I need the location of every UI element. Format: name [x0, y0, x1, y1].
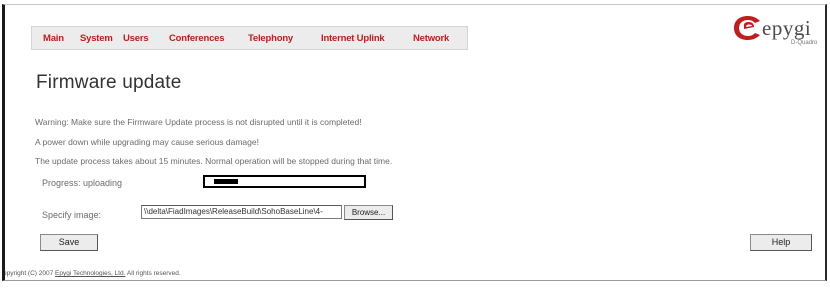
nav-item-internet-uplink[interactable]: Internet Uplink — [321, 33, 385, 44]
progress-bar — [203, 175, 366, 188]
nav-item-network[interactable]: Network — [413, 33, 449, 44]
browse-button[interactable]: Browse... — [344, 205, 393, 220]
page-title: Firmware update — [36, 72, 182, 93]
logo-text: epygi — [762, 16, 812, 40]
save-button[interactable]: Save — [40, 234, 98, 251]
nav-item-users[interactable]: Users — [123, 33, 149, 44]
progress-label: Progress: uploading — [42, 178, 123, 188]
company-link[interactable]: Epygi Technologies, Ltd. — [55, 270, 125, 277]
progress-fill — [214, 179, 238, 184]
copyright-footer: opyright (C) 2007 Epygi Technologies, Lt… — [3, 270, 181, 277]
power-warning-text: A power down while upgrading may cause s… — [35, 137, 259, 147]
top-nav: Main System Users Conferences Telephony … — [31, 26, 468, 50]
logo-subtext: D-Quadro — [791, 40, 818, 46]
warning-text: Warning: Make sure the Firmware Update p… — [35, 117, 362, 127]
copyright-prefix: opyright (C) 2007 — [3, 270, 54, 277]
main-frame: Main System Users Conferences Telephony … — [2, 4, 827, 281]
epygi-logo: epygi D-Quadro — [731, 13, 823, 57]
nav-item-main[interactable]: Main — [43, 33, 64, 44]
duration-text: The update process takes about 15 minute… — [35, 156, 393, 166]
nav-item-telephony[interactable]: Telephony — [248, 33, 293, 44]
help-button[interactable]: Help — [750, 234, 812, 251]
nav-item-system[interactable]: System — [80, 33, 113, 44]
epygi-logo-icon — [734, 16, 760, 40]
image-path-input[interactable]: \\delta\FiadImages\ReleaseBuild\SohoBase… — [141, 205, 342, 219]
copyright-suffix: All rights reserved. — [126, 270, 181, 277]
nav-item-conferences[interactable]: Conferences — [169, 33, 225, 44]
specify-image-label: Specify image: — [42, 210, 102, 220]
